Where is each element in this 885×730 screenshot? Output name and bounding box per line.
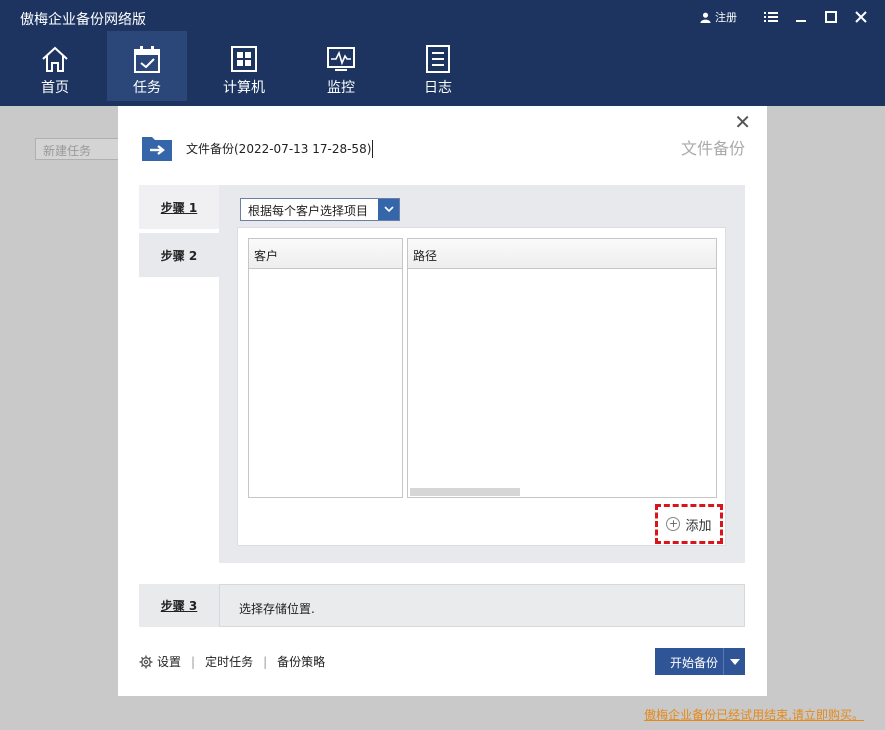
nav-label: 首页: [41, 80, 69, 96]
home-icon: [42, 46, 68, 72]
dialog-type-label: 文件备份: [680, 139, 745, 158]
settings-link[interactable]: 设置: [139, 653, 181, 670]
new-task-button[interactable]: 新建任务: [35, 138, 119, 160]
nav-label: 日志: [424, 80, 452, 96]
gear-icon: [139, 655, 153, 668]
window-controls: 注册: [700, 7, 871, 27]
nav-item-computer[interactable]: 计算机: [204, 31, 284, 101]
nav-label: 监控: [327, 80, 355, 96]
status-bar: 傲梅企业备份已经试用结束,请立即购买。: [0, 696, 885, 730]
caret-down-icon: [729, 658, 740, 665]
nav-item-log[interactable]: 日志: [398, 31, 478, 101]
app-title: 傲梅企业备份网络版: [20, 12, 146, 28]
backup-dialog: ✕ 文件备份 文件备份(2022-07-13 17-28-58) 步骤 1 步骤…: [118, 106, 767, 696]
monitor-icon: [327, 47, 355, 71]
register-button[interactable]: 注册: [700, 7, 737, 27]
client-column-header: 客户: [249, 239, 402, 269]
nav-item-home[interactable]: 首页: [15, 31, 95, 101]
computer-icon: [231, 46, 257, 72]
close-icon: [855, 11, 867, 23]
minimize-button[interactable]: [791, 7, 811, 27]
path-list[interactable]: 路径: [407, 238, 717, 498]
log-icon: [426, 45, 450, 73]
maximize-button[interactable]: [821, 7, 841, 27]
nav-item-task[interactable]: 任务: [107, 31, 187, 101]
dropdown-arrow[interactable]: [378, 199, 399, 220]
horizontal-scrollbar[interactable]: [410, 488, 520, 496]
step-3-panel[interactable]: 选择存储位置.: [219, 584, 745, 627]
step-1-tab[interactable]: 步骤 1: [139, 185, 219, 229]
minimize-icon: [796, 20, 806, 22]
add-circle-icon: +: [666, 517, 681, 531]
schedule-link[interactable]: 定时任务: [205, 653, 253, 670]
close-window-button[interactable]: [851, 7, 871, 27]
path-column-header: 路径: [408, 239, 716, 269]
menu-button[interactable]: [761, 7, 781, 27]
add-label: 添加: [685, 518, 712, 534]
nav-label: 计算机: [223, 80, 265, 96]
client-list[interactable]: 客户: [248, 238, 403, 498]
menu-icon: [764, 12, 778, 22]
source-mode-select[interactable]: 根据每个客户选择项目: [240, 198, 400, 221]
task-name-input[interactable]: 文件备份(2022-07-13 17-28-58): [186, 140, 374, 158]
select-value: 根据每个客户选择项目: [248, 204, 369, 218]
register-label: 注册: [715, 11, 737, 24]
dialog-close-button[interactable]: ✕: [734, 110, 751, 134]
bottom-links: 设置 | 定时任务 | 备份策略: [139, 653, 325, 670]
maximize-icon: [825, 11, 837, 23]
chevron-down-icon: [383, 206, 394, 213]
title-bar: 傲梅企业备份网络版 注册 首页 任务 计算机 监控 日志: [0, 0, 885, 106]
step-2-panel: 根据每个客户选择项目 客户 路径 + 添加: [219, 185, 745, 563]
main-nav: 首页 任务 计算机 监控 日志: [0, 31, 495, 106]
user-icon: [700, 12, 711, 23]
start-backup-dropdown[interactable]: [723, 648, 745, 675]
nav-item-monitor[interactable]: 监控: [301, 31, 381, 101]
nav-label: 任务: [133, 80, 161, 96]
add-button[interactable]: + 添加: [655, 504, 723, 544]
start-backup-label: 开始备份: [670, 656, 719, 670]
strategy-link[interactable]: 备份策略: [277, 653, 325, 670]
task-icon: [134, 46, 160, 73]
step-3-tab[interactable]: 步骤 3: [139, 584, 219, 627]
divider: |: [263, 654, 268, 669]
source-list-box: 客户 路径 + 添加: [237, 227, 726, 546]
trial-expired-link[interactable]: 傲梅企业备份已经试用结束,请立即购买。: [644, 706, 864, 723]
folder-arrow-icon: [142, 137, 172, 161]
start-backup-button[interactable]: 开始备份: [655, 648, 745, 675]
step-2-tab[interactable]: 步骤 2: [139, 233, 219, 277]
divider: |: [191, 654, 196, 669]
settings-label: 设置: [157, 655, 182, 669]
